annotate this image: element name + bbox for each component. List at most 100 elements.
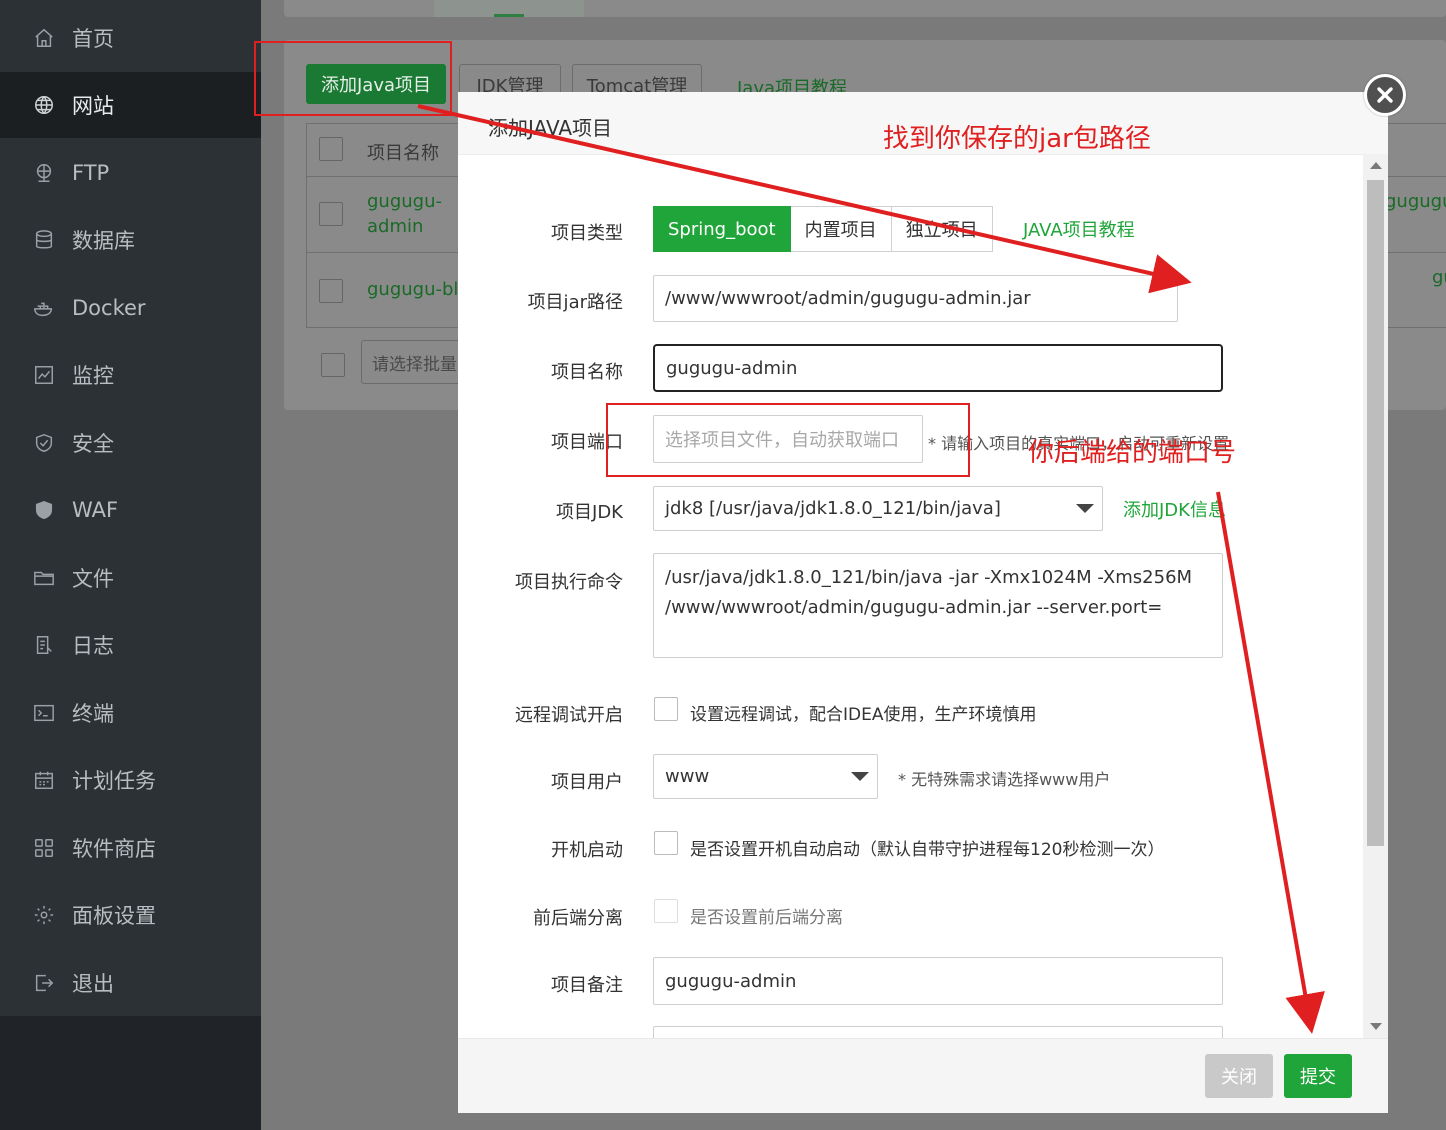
terminal-icon (32, 701, 56, 725)
type-builtin-button[interactable]: 内置项目 (790, 206, 892, 252)
remote-debug-label: 远程调试开启 (515, 705, 623, 726)
scroll-up-icon[interactable] (1370, 162, 1382, 169)
jar-path-label: 项目jar路径 (527, 292, 623, 313)
gear-icon (32, 903, 56, 927)
row-checkbox[interactable] (319, 279, 343, 303)
top-tabs-panel (284, 0, 1446, 17)
autostart-checkbox[interactable] (654, 831, 678, 855)
separation-checkbox[interactable] (654, 899, 678, 923)
chevron-down-icon (1076, 504, 1094, 513)
project-jdk-label: 项目JDK (556, 502, 623, 523)
project-cell-right: gugu- (1432, 267, 1446, 288)
remark-label: 项目备注 (551, 975, 623, 996)
add-jdk-link[interactable]: 添加JDK信息 (1123, 496, 1226, 522)
sidebar-item-ftp[interactable]: FTP (0, 140, 261, 206)
jar-path-input[interactable]: /www/wwwroot/admin/gugugu-admin.jar (653, 275, 1178, 322)
project-type-group: Spring_boot 内置项目 独立项目 (653, 206, 993, 252)
autostart-text: 是否设置开机自动启动（默认自带守护进程每120秒检测一次） (690, 840, 1165, 860)
sidebar-item-label: 安全 (72, 432, 114, 456)
project-user-select[interactable]: www (653, 754, 878, 799)
sidebar-item-label: Docker (72, 296, 146, 320)
sidebar-item-home[interactable]: 首页 (0, 5, 261, 71)
sidebar-item-label: 面板设置 (72, 904, 156, 928)
sidebar-item-label: 网站 (72, 94, 114, 118)
tab-indicator (494, 14, 524, 17)
shield-check-icon (32, 431, 56, 455)
chevron-down-icon (851, 772, 869, 781)
sidebar-item-logout[interactable]: 退出 (0, 950, 261, 1016)
logout-icon (32, 971, 56, 995)
project-port-label: 项目端口 (551, 432, 623, 453)
annotation-jar-note: 找到你保存的jar包路径 (883, 124, 1151, 154)
ftp-icon (32, 161, 56, 185)
database-icon (32, 228, 56, 252)
sidebar-item-waf[interactable]: WAF (0, 477, 261, 543)
sidebar-item-label: 数据库 (72, 229, 135, 253)
type-spring-boot-button[interactable]: Spring_boot (653, 206, 791, 252)
modal-close-button[interactable] (1364, 74, 1406, 116)
sidebar-item-docker[interactable]: Docker (0, 275, 261, 341)
sidebar-item-label: 计划任务 (72, 769, 156, 793)
separation-text: 是否设置前后端分离 (690, 908, 843, 928)
sidebar-nav: 首页 网站 FTP 数据库 Docker 监控 安全 WAF 文件 日志 终端 … (0, 0, 261, 1016)
sidebar-item-cron[interactable]: 计划任务 (0, 747, 261, 813)
project-type-label: 项目类型 (551, 223, 623, 244)
project-jdk-select[interactable]: jdk8 [/usr/java/jdk1.8.0_121/bin/java] (653, 486, 1103, 531)
submit-button[interactable]: 提交 (1284, 1054, 1352, 1098)
remark-input[interactable]: gugugu-admin (653, 957, 1223, 1005)
home-icon (32, 26, 56, 50)
sidebar-item-label: WAF (72, 498, 119, 522)
annotation-box-add-button (254, 41, 452, 116)
log-icon (32, 633, 56, 657)
remote-debug-checkbox[interactable] (654, 697, 678, 721)
project-name-label: 项目名称 (551, 362, 623, 383)
sidebar-item-website[interactable]: 网站 (0, 72, 261, 138)
sidebar-item-settings[interactable]: 面板设置 (0, 882, 261, 948)
batch-action-select[interactable]: 请选择批量 (361, 340, 471, 384)
globe-icon (32, 93, 56, 117)
project-name-link[interactable]: gugugu-bl (367, 277, 458, 302)
sidebar-item-database[interactable]: 数据库 (0, 207, 261, 273)
sidebar-item-files[interactable]: 文件 (0, 545, 261, 611)
autostart-label: 开机启动 (551, 840, 623, 861)
sidebar-item-monitor[interactable]: 监控 (0, 342, 261, 408)
command-label: 项目执行命令 (515, 572, 623, 593)
sidebar-item-label: 退出 (72, 972, 114, 996)
docker-icon (32, 296, 56, 320)
project-name-link[interactable]: gugugu-admin (367, 189, 442, 239)
project-user-label: 项目用户 (551, 772, 623, 793)
remote-debug-text: 设置远程调试，配合IDEA使用，生产环境慎用 (690, 705, 1037, 725)
type-standalone-button[interactable]: 独立项目 (891, 206, 993, 252)
modal-body: 项目类型 Spring_boot 内置项目 独立项目 JAVA项目教程 项目ja… (458, 154, 1363, 1038)
sidebar-item-logs[interactable]: 日志 (0, 612, 261, 678)
user-hint: * 无特殊需求请选择www用户 (898, 770, 1111, 789)
sidebar-item-label: 文件 (72, 567, 114, 591)
close-button[interactable]: 关闭 (1205, 1054, 1273, 1098)
modal-title: 添加JAVA项目 (488, 116, 613, 140)
annotation-port-note: 你后端给的端口号 (1028, 438, 1237, 468)
sidebar-item-security[interactable]: 安全 (0, 410, 261, 476)
apps-icon (32, 836, 56, 860)
monitor-icon (32, 363, 56, 387)
sidebar-item-label: 软件商店 (72, 837, 156, 861)
project-name-input[interactable]: gugugu-admin (653, 344, 1223, 392)
sidebar-item-label: 首页 (72, 27, 114, 51)
column-header-name: 项目名称 (367, 143, 439, 164)
modal-footer: 关闭 提交 (458, 1038, 1388, 1113)
scroll-thumb[interactable] (1367, 180, 1384, 846)
folder-icon (32, 566, 56, 590)
command-textarea[interactable]: /usr/java/jdk1.8.0_121/bin/java -jar -Xm… (653, 553, 1223, 658)
row-checkbox[interactable] (319, 202, 343, 226)
batch-checkbox[interactable] (321, 353, 345, 377)
java-tutorial-link[interactable]: JAVA项目教程 (1023, 216, 1135, 242)
select-all-checkbox[interactable] (319, 137, 343, 161)
scroll-down-icon[interactable] (1370, 1023, 1382, 1030)
sidebar-item-store[interactable]: 软件商店 (0, 815, 261, 881)
sidebar-item-terminal[interactable]: 终端 (0, 680, 261, 746)
sidebar-item-label: 监控 (72, 364, 114, 388)
modal-scrollbar[interactable] (1363, 154, 1388, 1038)
sidebar-item-label: 终端 (72, 702, 114, 726)
add-java-project-modal: 添加JAVA项目 项目类型 Spring_boot 内置项目 独立项目 JAVA… (458, 92, 1388, 1113)
sidebar-item-label: 日志 (72, 634, 114, 658)
next-field-input[interactable] (653, 1026, 1223, 1038)
